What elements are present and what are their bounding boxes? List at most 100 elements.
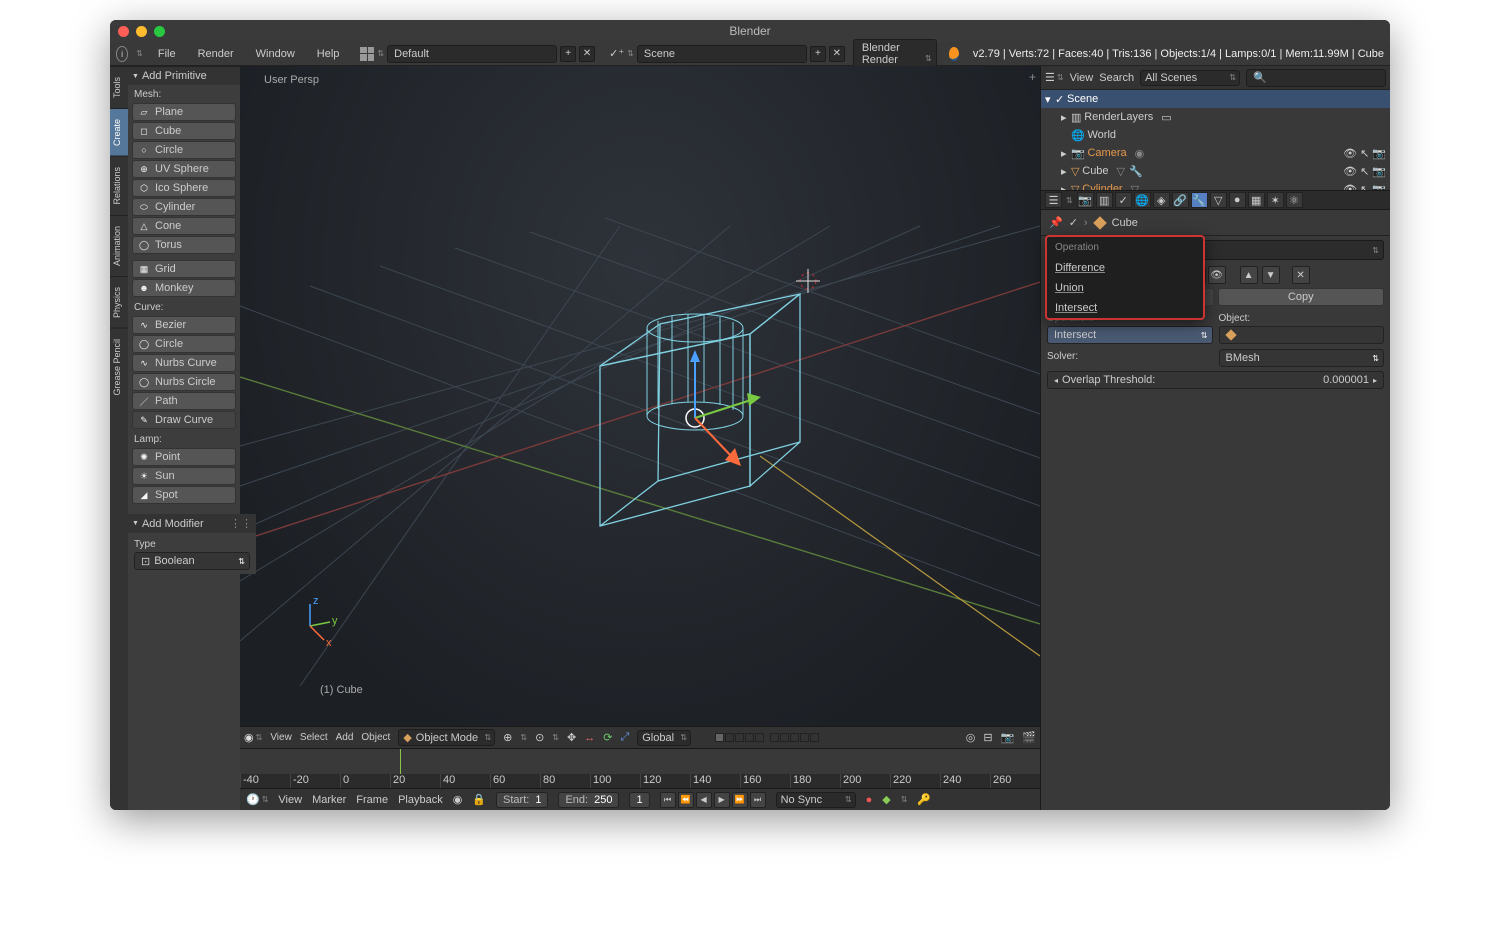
frame-start-field[interactable]: Start:1 xyxy=(496,792,548,808)
jump-end-button[interactable]: ⏭ xyxy=(750,792,766,808)
props-world-tab[interactable]: 🌐 xyxy=(1134,192,1151,208)
tl-marker-menu[interactable]: Marker xyxy=(312,794,346,806)
outliner-editor-icon[interactable]: ☰⇅ xyxy=(1045,71,1064,84)
scene-add-button[interactable]: + xyxy=(810,46,826,62)
keying-set-icon[interactable]: 🔑 xyxy=(917,793,931,806)
outliner-world-row[interactable]: 🌐 World xyxy=(1041,126,1390,144)
add-path-button[interactable]: ／Path xyxy=(132,392,236,410)
autokey-mode-icon[interactable]: ◆ xyxy=(882,793,890,806)
view3d-view-menu[interactable]: View xyxy=(270,732,292,743)
vtab-physics[interactable]: Physics xyxy=(110,276,128,328)
keyframe-next-button[interactable]: ⏩ xyxy=(732,792,748,808)
mod-move-down-button[interactable]: ▼ xyxy=(1262,266,1280,284)
keyframe-prev-button[interactable]: ⏪ xyxy=(678,792,694,808)
outliner-camera-row[interactable]: ▸📷 Camera ◉ 👁↖📷 xyxy=(1041,144,1390,162)
play-button[interactable]: ▶ xyxy=(714,792,730,808)
cursor-icon[interactable]: ↖ xyxy=(1360,165,1369,178)
tl-lock-icon[interactable]: 🔒 xyxy=(472,793,486,806)
tl-range-icon[interactable]: ◉ xyxy=(453,793,463,806)
draw-curve-button[interactable]: ✎Draw Curve xyxy=(132,411,236,429)
viewport-sidebar-toggle[interactable]: + xyxy=(1029,70,1036,84)
autokey-record-icon[interactable]: ● xyxy=(866,794,873,806)
outliner-search-menu[interactable]: Search xyxy=(1099,72,1134,84)
vtab-grease-pencil[interactable]: Grease Pencil xyxy=(110,328,128,406)
cursor-icon[interactable]: ↖ xyxy=(1360,183,1369,191)
props-scene-tab[interactable]: ✓ xyxy=(1115,192,1132,208)
vtab-create[interactable]: Create xyxy=(110,108,128,156)
play-reverse-button[interactable]: ◀ xyxy=(696,792,712,808)
add-curve-circle-button[interactable]: ◯Circle xyxy=(132,335,236,353)
tl-view-menu[interactable]: View xyxy=(278,794,302,806)
mod-move-up-button[interactable]: ▲ xyxy=(1240,266,1258,284)
snap-icon[interactable]: ⊟ xyxy=(983,731,992,744)
menu-help[interactable]: Help xyxy=(310,45,347,63)
sync-selector[interactable]: No Sync xyxy=(776,792,856,808)
vtab-relations[interactable]: Relations xyxy=(110,156,128,215)
vtab-tools[interactable]: Tools xyxy=(110,66,128,108)
manipulator-scale-icon[interactable]: ⤢ xyxy=(620,731,629,744)
op-difference-item[interactable]: Difference xyxy=(1047,258,1203,278)
view3d-object-menu[interactable]: Object xyxy=(361,732,390,743)
outliner-view-menu[interactable]: View xyxy=(1070,72,1094,84)
props-physics-tab[interactable]: ⚛ xyxy=(1286,192,1303,208)
view3d-add-menu[interactable]: Add xyxy=(336,732,354,743)
mode-selector[interactable]: ◆ Object Mode xyxy=(398,729,495,746)
view3d-select-menu[interactable]: Select xyxy=(300,732,328,743)
pin-icon[interactable]: 📌 xyxy=(1049,216,1063,229)
props-texture-tab[interactable]: ▦ xyxy=(1248,192,1265,208)
add-uvsphere-button[interactable]: ⊕UV Sphere xyxy=(132,160,236,178)
screen-layout-selector[interactable]: ⇅ Default + ✕ xyxy=(360,45,595,63)
add-torus-button[interactable]: ◯Torus xyxy=(132,236,236,254)
add-bezier-button[interactable]: ∿Bezier xyxy=(132,316,236,334)
props-data-tab[interactable]: ▽ xyxy=(1210,192,1227,208)
outliner-cylinder-row[interactable]: ▸▽ Cylinder ▽ 👁↖📷 xyxy=(1041,180,1390,190)
add-icosphere-button[interactable]: ⬡Ico Sphere xyxy=(132,179,236,197)
outliner-renderlayers-row[interactable]: ▸▥ RenderLayers ▭ xyxy=(1041,108,1390,126)
minimize-window-button[interactable] xyxy=(136,26,147,37)
render-icon[interactable]: 📷 xyxy=(1001,731,1015,744)
pivot-icon[interactable]: ⊙ xyxy=(535,731,544,744)
frame-current-field[interactable]: 1 xyxy=(629,792,649,808)
props-material-tab[interactable]: ● xyxy=(1229,192,1246,208)
op-union-item[interactable]: Union xyxy=(1047,278,1203,298)
props-particles-tab[interactable]: ✶ xyxy=(1267,192,1284,208)
outliner-cube-row[interactable]: ▸▽ Cube ▽ 🔧 👁↖📷 xyxy=(1041,162,1390,180)
eye-icon[interactable]: 👁 xyxy=(1343,183,1357,191)
props-render-tab[interactable]: 📷 xyxy=(1077,192,1094,208)
props-renderlayers-tab[interactable]: ▥ xyxy=(1096,192,1113,208)
add-point-lamp-button[interactable]: ✺Point xyxy=(132,448,236,466)
render-vis-icon[interactable]: 📷 xyxy=(1372,147,1386,160)
menu-file[interactable]: File xyxy=(151,45,183,63)
overlap-threshold-field[interactable]: ◂ Overlap Threshold: 0.000001 ▸ xyxy=(1047,371,1384,389)
proportional-icon[interactable]: ◎ xyxy=(966,731,976,744)
add-nurbs-curve-button[interactable]: ∿Nurbs Curve xyxy=(132,354,236,372)
op-intersect-item[interactable]: Intersect xyxy=(1047,298,1203,318)
zoom-window-button[interactable] xyxy=(154,26,165,37)
outliner-scene-row[interactable]: ▾✓ Scene xyxy=(1041,90,1390,108)
op-panel-title[interactable]: Add Modifier xyxy=(142,518,204,530)
manipulator-translate-icon[interactable]: ↔ xyxy=(584,732,595,744)
outliner-tree[interactable]: ▾✓ Scene ▸▥ RenderLayers ▭ 🌐 World ▸📷 Ca… xyxy=(1041,90,1390,190)
add-plane-button[interactable]: ▱Plane xyxy=(132,103,236,121)
orientation-selector[interactable]: Global xyxy=(637,730,691,746)
timeline-area[interactable]: -40-20 020 4060 80100 120140 160180 2002… xyxy=(240,748,1040,788)
add-cone-button[interactable]: △Cone xyxy=(132,217,236,235)
props-object-tab[interactable]: ◈ xyxy=(1153,192,1170,208)
add-sun-lamp-button[interactable]: ☀Sun xyxy=(132,467,236,485)
add-primitive-header[interactable]: Add Primitive xyxy=(128,66,240,85)
add-nurbs-circle-button[interactable]: ◯Nurbs Circle xyxy=(132,373,236,391)
add-spot-lamp-button[interactable]: ◢Spot xyxy=(132,486,236,504)
op-type-dropdown[interactable]: ⊡ Boolean xyxy=(134,552,250,570)
boolean-object-field[interactable] xyxy=(1219,326,1385,344)
manipulator-rotate-icon[interactable]: ⟳ xyxy=(603,731,612,744)
add-cube-button[interactable]: ◻Cube xyxy=(132,122,236,140)
layout-add-button[interactable]: + xyxy=(560,46,576,62)
frame-end-field[interactable]: End:250 xyxy=(558,792,619,808)
tl-playback-menu[interactable]: Playback xyxy=(398,794,443,806)
operation-dropdown[interactable]: Intersect xyxy=(1047,326,1213,344)
outliner-filter-selector[interactable]: All Scenes xyxy=(1140,70,1240,86)
layers-buttons[interactable] xyxy=(715,733,819,742)
3d-viewport[interactable]: User Persp xyxy=(240,66,1040,726)
menu-render[interactable]: Render xyxy=(191,45,241,63)
add-monkey-button[interactable]: ☻Monkey xyxy=(132,279,236,297)
